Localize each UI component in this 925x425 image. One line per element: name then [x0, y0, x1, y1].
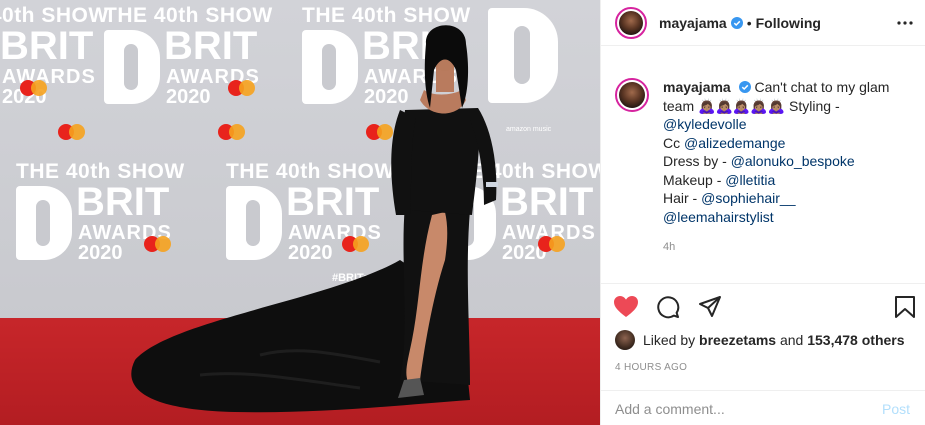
instagram-post: THE 40th SHOW BRIT AWARDS 2020 THE 40th …: [0, 0, 925, 425]
mention-link[interactable]: @leemahairstylist: [663, 209, 774, 225]
more-options-icon[interactable]: [896, 14, 914, 32]
post-comment-button[interactable]: Post: [882, 401, 910, 417]
verified-badge-icon: [730, 16, 743, 29]
avatar[interactable]: [615, 6, 647, 39]
post-caption: mayajama Can't chat to my glam team 🙇🏽‍♀…: [615, 78, 915, 226]
liker-avatar[interactable]: [615, 330, 635, 350]
heart-filled-icon: [614, 296, 638, 317]
caption-avatar[interactable]: [615, 78, 649, 112]
caption-label: Cc: [663, 134, 681, 151]
comment-button[interactable]: [655, 294, 681, 320]
bookmark-icon: [895, 296, 915, 318]
liker-username[interactable]: breezetams: [699, 332, 776, 348]
caption-text: mayajama Can't chat to my glam team 🙇🏽‍♀…: [663, 78, 903, 226]
comment-icon: [657, 296, 680, 319]
verified-badge-icon: [738, 81, 751, 93]
author-username[interactable]: mayajama: [659, 15, 727, 31]
like-button[interactable]: [613, 294, 639, 320]
save-button[interactable]: [892, 294, 918, 320]
likes-prefix: Liked by: [643, 332, 696, 348]
mention-link[interactable]: @alonuko_bespoke: [731, 153, 855, 169]
mention-link[interactable]: @sophiehair__: [701, 190, 795, 206]
post-details-panel: mayajama • Following mayajama Can't chat…: [600, 0, 925, 425]
caption-label: Makeup -: [663, 171, 722, 188]
action-bar: [613, 294, 723, 320]
share-button[interactable]: [697, 294, 723, 320]
share-icon: [699, 296, 721, 317]
post-actions-section: Liked by breezetams and 153,478 others 4…: [601, 283, 925, 425]
avatar-image: [619, 82, 645, 108]
likes-count[interactable]: 153,478 others: [807, 332, 904, 348]
comment-input[interactable]: [615, 400, 882, 417]
mention-link[interactable]: @alizedemange: [684, 135, 785, 151]
following-button[interactable]: Following: [756, 15, 821, 31]
likes-summary: Liked by breezetams and 153,478 others: [615, 330, 905, 350]
post-timestamp[interactable]: 4 HOURS AGO: [615, 362, 687, 373]
mention-link[interactable]: @lletitia: [725, 172, 775, 188]
caption-label: Hair -: [663, 190, 698, 206]
caption-age: 4h: [663, 241, 676, 253]
woman-in-gown: [131, 25, 498, 413]
avatar-image: [619, 10, 643, 35]
post-header: mayajama • Following: [601, 0, 925, 46]
caption-label: Dress by -: [663, 153, 727, 169]
caption-username[interactable]: mayajama: [663, 79, 731, 95]
likes-middle: and: [779, 332, 804, 348]
comment-bar: Post: [601, 390, 925, 425]
post-photo[interactable]: THE 40th SHOW BRIT AWARDS 2020 THE 40th …: [0, 0, 600, 425]
mention-link[interactable]: @kyledevolle: [663, 116, 746, 132]
separator-dot: •: [746, 14, 752, 31]
